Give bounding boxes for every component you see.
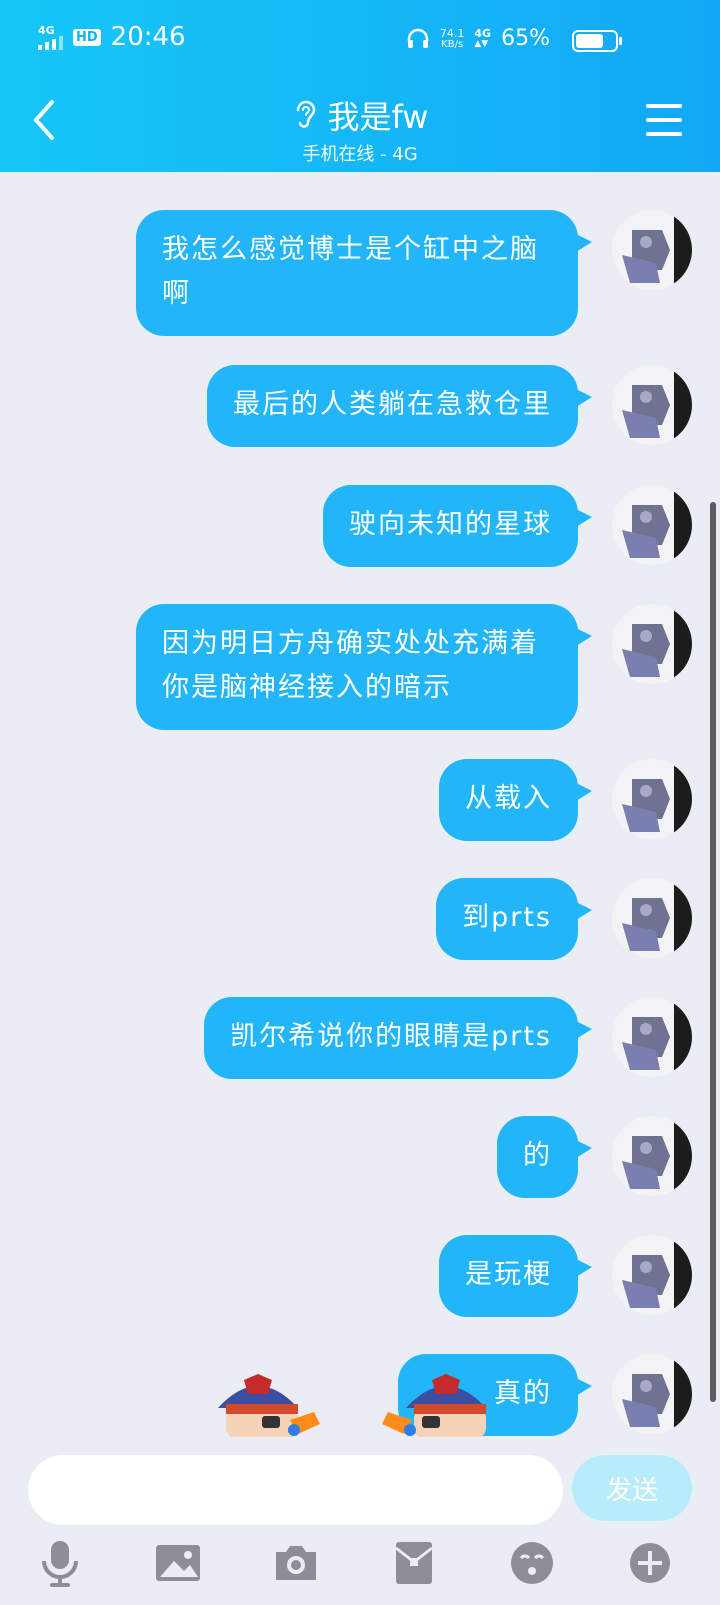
message-input[interactable] [28,1455,563,1525]
plus-icon[interactable] [624,1537,676,1589]
red-packet-icon[interactable] [388,1537,440,1589]
contact-status: 手机在线 - 4G [302,144,418,165]
message-row: 因为明日方舟确实处处充满着你是脑神经接入的暗示 [136,604,692,730]
emoji-icon[interactable] [506,1537,558,1589]
avatar[interactable] [612,1116,692,1196]
avatar[interactable] [612,365,692,445]
message-row: 凯尔希说你的眼睛是prts [204,997,692,1079]
sticker-character [378,1368,498,1438]
camera-icon[interactable] [270,1537,322,1589]
message-row: 是玩梗 [439,1235,692,1317]
message-row: 的 [497,1116,692,1198]
avatar[interactable] [612,759,692,839]
message-bubble[interactable]: 到prts [436,878,592,960]
cellular-signal-icon: 4G [38,25,63,50]
network-speed: 74.1 KB/s [439,26,465,50]
avatar[interactable] [612,604,692,684]
avatar[interactable] [612,878,692,958]
headphones-icon [407,28,429,48]
battery-icon [572,30,622,52]
message-row: 从载入 [439,759,692,841]
ear-icon [296,100,315,128]
status-bar: 4G HD 20:46 74.1 KB/s 4G ▲▼ 65% [0,0,720,80]
network-type-small: 4G [38,23,55,37]
status-time: 20:46 [110,22,186,52]
message-bubble[interactable]: 是玩梗 [439,1235,592,1317]
sticker-character [206,1368,326,1438]
toolbar [0,1537,720,1597]
data-indicator: 4G ▲▼ [474,26,492,49]
message-list[interactable]: 我怎么感觉博士是个缸中之脑啊 最后的人类躺在急救仓里 驶向未知的星球 因为明日方… [0,172,720,1437]
battery-percent: 65% [501,26,550,51]
avatar[interactable] [612,210,692,290]
avatar[interactable] [612,1235,692,1315]
chat-title: 我是fw 手机在线 - 4G [0,92,720,166]
message-bubble[interactable]: 驶向未知的星球 [323,485,592,567]
message-bubble[interactable]: 我怎么感觉博士是个缸中之脑啊 [136,210,592,336]
message-row: 到prts [436,878,692,960]
hd-badge: HD [73,28,101,46]
menu-icon[interactable] [646,104,682,136]
message-bubble[interactable]: 最后的人类躺在急救仓里 [207,365,592,447]
message-row: 最后的人类躺在急救仓里 [207,365,692,447]
avatar[interactable] [612,1354,692,1434]
message-bubble[interactable]: 的 [497,1116,592,1198]
avatar[interactable] [612,997,692,1077]
message-bubble[interactable]: 因为明日方舟确实处处充满着你是脑神经接入的暗示 [136,604,592,730]
image-icon[interactable] [152,1537,204,1589]
send-button[interactable]: 发送 [572,1455,692,1521]
scrollbar[interactable] [710,502,716,1402]
message-bubble[interactable]: 凯尔希说你的眼睛是prts [204,997,592,1079]
input-bar: 发送 [0,1437,720,1605]
contact-name[interactable]: 我是fw [328,92,429,138]
chat-header: 4G HD 20:46 74.1 KB/s 4G ▲▼ 65% 我是fw 手机在… [0,0,720,172]
avatar[interactable] [612,485,692,565]
message-row: 我怎么感觉博士是个缸中之脑啊 [136,210,692,336]
microphone-icon[interactable] [34,1537,86,1589]
message-bubble[interactable]: 从载入 [439,759,592,841]
message-row: 驶向未知的星球 [323,485,692,567]
